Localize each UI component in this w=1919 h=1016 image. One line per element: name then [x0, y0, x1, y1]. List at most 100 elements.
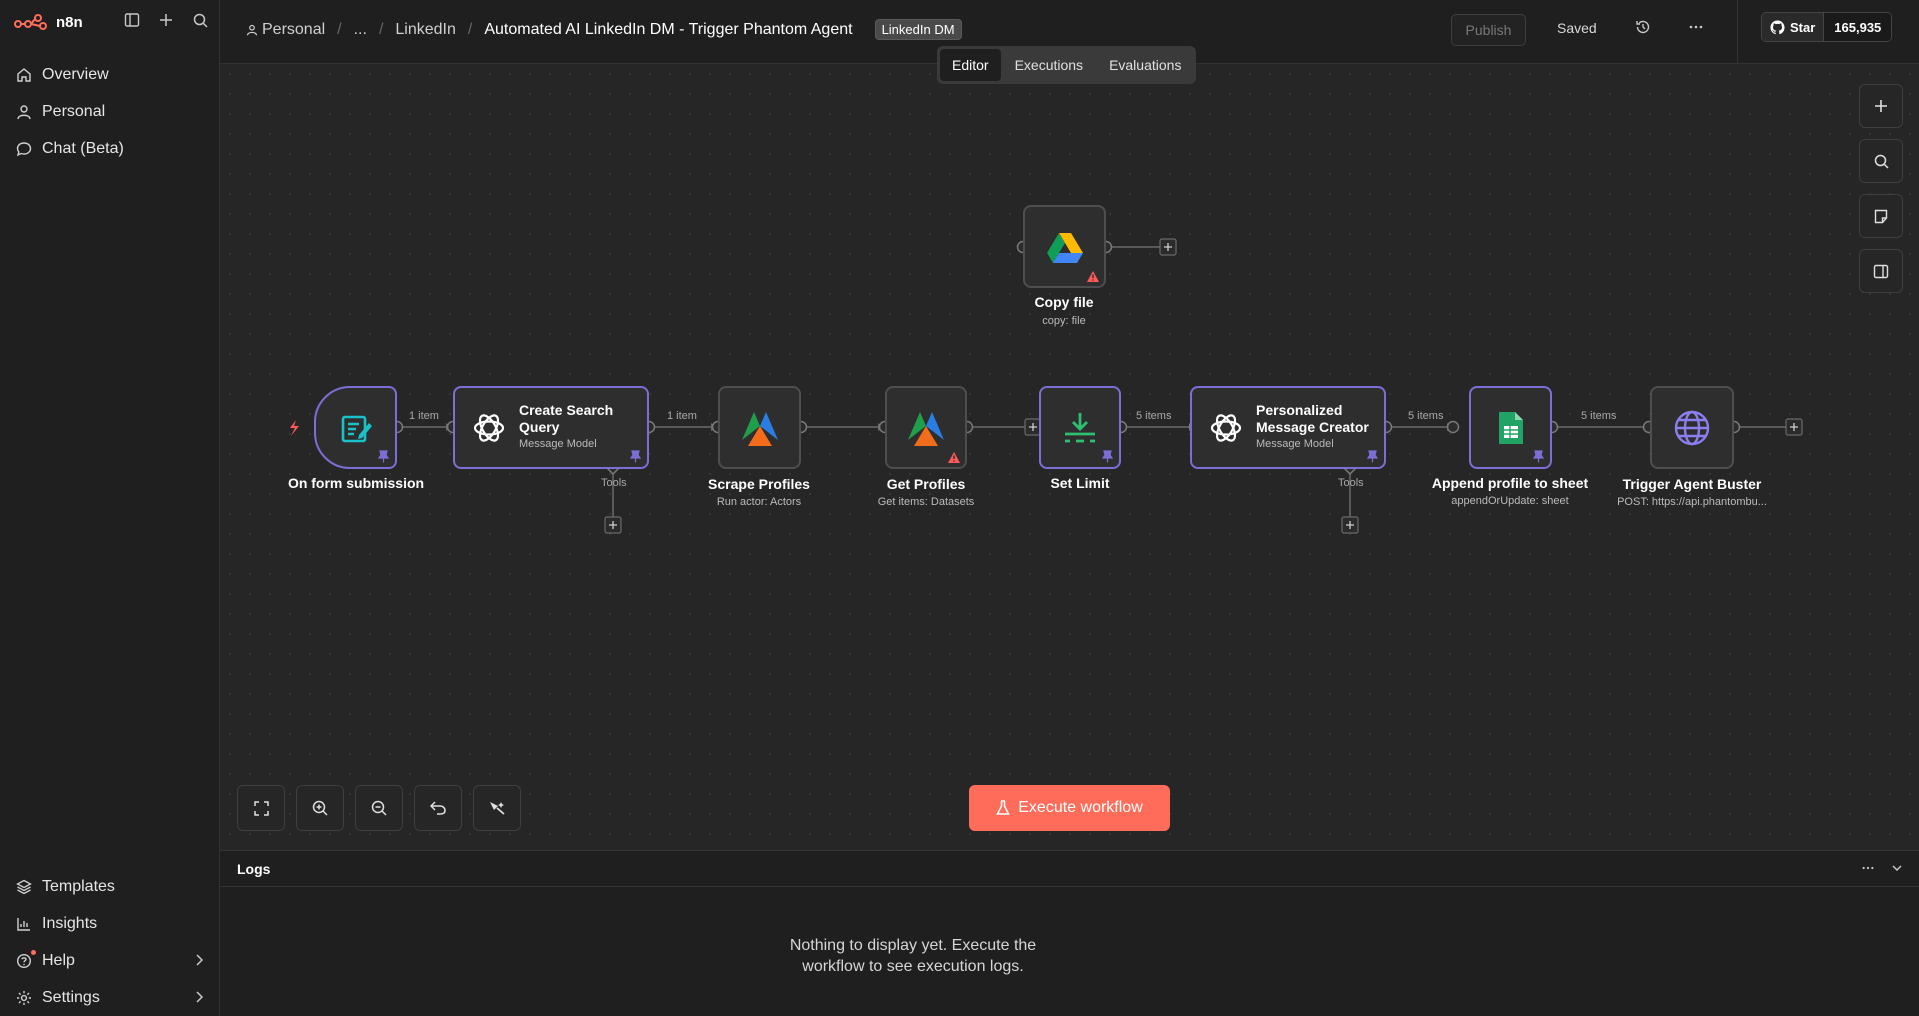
form-icon — [341, 415, 372, 442]
node-get-profiles[interactable] — [885, 386, 967, 469]
fit-view-button[interactable] — [237, 785, 285, 831]
sidebar-item-settings[interactable]: Settings — [0, 979, 220, 1016]
sidebar-item-label: Help — [42, 951, 75, 969]
more-options-icon[interactable] — [1688, 19, 1704, 40]
sidebar-item-label: Chat (Beta) — [42, 139, 124, 157]
sidebar-item-personal[interactable]: Personal — [0, 93, 220, 130]
search-icon[interactable] — [190, 10, 210, 30]
logs-empty-message: Nothing to display yet. Execute the work… — [220, 935, 1606, 977]
user-icon — [246, 24, 258, 35]
sidebar-nav: Overview Personal Chat (Beta) — [0, 56, 220, 167]
insights-icon — [17, 917, 30, 931]
add-node-button[interactable] — [1859, 84, 1903, 128]
workflow-title[interactable]: Automated AI LinkedIn DM - Trigger Phant… — [484, 21, 852, 39]
node-create-search-query[interactable]: Create Search Query Message Model — [453, 386, 649, 469]
breadcrumb-folder[interactable]: LinkedIn — [395, 21, 456, 39]
openai-icon — [473, 413, 505, 442]
notification-dot — [31, 950, 36, 955]
brand[interactable]: n8n — [14, 10, 83, 34]
node-inner-text: Personalized Message Creator Message Mod… — [1256, 402, 1376, 450]
sticky-note-icon — [1874, 209, 1888, 223]
github-star-button[interactable]: Star — [1762, 13, 1825, 41]
node-subtitle: appendOrUpdate: sheet — [1451, 495, 1569, 507]
canvas-zoom-tools — [237, 785, 521, 831]
limit-icon — [1065, 412, 1095, 442]
tab-editor[interactable]: Editor — [940, 49, 1001, 81]
chevron-right-icon — [196, 991, 204, 1003]
sticky-note-button[interactable] — [1859, 194, 1903, 238]
node-subtitle: copy: file — [1042, 315, 1086, 327]
chevron-down-icon[interactable] — [1891, 861, 1903, 879]
connection-label: 5 items — [1408, 410, 1444, 422]
pin-icon — [1367, 450, 1378, 463]
zoom-out-icon — [371, 800, 387, 816]
toggle-panel-button[interactable] — [1859, 249, 1903, 293]
workflow-canvas[interactable]: 1 item 1 item 5 items 5 items 5 items To… — [220, 64, 1919, 850]
execute-workflow-button[interactable]: Execute workflow — [969, 785, 1170, 831]
sidebar-item-label: Settings — [42, 988, 100, 1006]
node-scrape-profiles[interactable] — [718, 386, 801, 469]
connection-label: 5 items — [1581, 410, 1617, 422]
breadcrumb: Personal / ... / LinkedIn / Automated AI… — [246, 19, 962, 40]
node-trigger-agent-buster[interactable] — [1650, 386, 1734, 469]
tidy-up-button[interactable] — [473, 785, 521, 831]
node-append-profile-to-sheet[interactable] — [1469, 386, 1552, 469]
node-title: Set Limit — [1050, 475, 1110, 491]
node-set-limit[interactable] — [1039, 386, 1121, 469]
google-sheets-icon — [1498, 411, 1523, 444]
github-icon — [1770, 19, 1785, 34]
logs-header[interactable]: Logs — [220, 851, 1919, 887]
breadcrumb-separator: / — [467, 20, 473, 38]
user-icon — [17, 104, 31, 119]
openai-icon — [1210, 413, 1242, 442]
tab-evaluations[interactable]: Evaluations — [1097, 49, 1193, 81]
search-icon — [1874, 154, 1889, 169]
breadcrumb-separator: / — [378, 20, 384, 38]
sidebar-item-insights[interactable]: Insights — [0, 905, 220, 942]
publish-button[interactable]: Publish — [1451, 14, 1526, 46]
breadcrumb-separator: / — [337, 20, 342, 38]
connection-label: 5 items — [1136, 410, 1172, 422]
zoom-out-button[interactable] — [355, 785, 403, 831]
sidebar-item-overview[interactable]: Overview — [0, 56, 220, 93]
plus-icon[interactable] — [156, 10, 176, 30]
zoom-in-button[interactable] — [296, 785, 344, 831]
node-subtitle: Run actor: Actors — [716, 496, 802, 508]
breadcrumb-personal[interactable]: Personal — [246, 21, 325, 39]
toggle-sidebar-icon[interactable] — [122, 10, 142, 30]
node-on-form-submission[interactable] — [314, 386, 397, 469]
search-nodes-button[interactable] — [1859, 139, 1903, 183]
breadcrumb-ellipsis[interactable]: ... — [354, 21, 367, 39]
settings-icon — [17, 990, 31, 1005]
sidebar-bottom: Templates Insights Help Settings — [0, 868, 220, 1016]
sidebar-item-chat[interactable]: Chat (Beta) — [0, 130, 220, 167]
undo-icon — [430, 801, 446, 815]
tab-executions[interactable]: Executions — [1003, 49, 1095, 81]
more-options-icon[interactable] — [1861, 861, 1875, 880]
github-star-widget[interactable]: Star 165,935 — [1761, 12, 1893, 42]
home-icon — [17, 67, 31, 82]
sidebar: n8n Overview Personal Chat (Beta) Templa… — [0, 0, 220, 1016]
apify-icon — [741, 411, 778, 446]
node-title: Personalized Message Creator — [1256, 402, 1369, 435]
undo-button[interactable] — [414, 785, 462, 831]
sidebar-item-label: Personal — [42, 102, 106, 120]
templates-icon — [16, 879, 32, 894]
node-title: On form submission — [287, 475, 425, 491]
execute-workflow-label: Execute workflow — [1018, 799, 1143, 816]
sidebar-item-templates[interactable]: Templates — [0, 868, 220, 905]
node-copy-file[interactable] — [1023, 205, 1106, 288]
sidebar-item-help[interactable]: Help — [0, 942, 220, 979]
logs-empty-line: Nothing to display yet. Execute the — [789, 937, 1037, 954]
sidebar-item-label: Overview — [42, 65, 109, 83]
brand-name: n8n — [56, 13, 83, 31]
save-status: Saved — [1557, 20, 1597, 36]
google-drive-icon — [1046, 232, 1083, 263]
node-personalized-message-creator[interactable]: Personalized Message Creator Message Mod… — [1190, 386, 1386, 469]
node-subtitle: POST: https://api.phantombu... — [1617, 496, 1767, 508]
history-icon[interactable] — [1635, 19, 1651, 40]
panel-icon — [1873, 264, 1889, 278]
node-title: Scrape Profiles — [708, 476, 810, 492]
workflow-tag[interactable]: LinkedIn DM — [874, 19, 962, 40]
node-title: Append profile to sheet — [1431, 475, 1589, 491]
